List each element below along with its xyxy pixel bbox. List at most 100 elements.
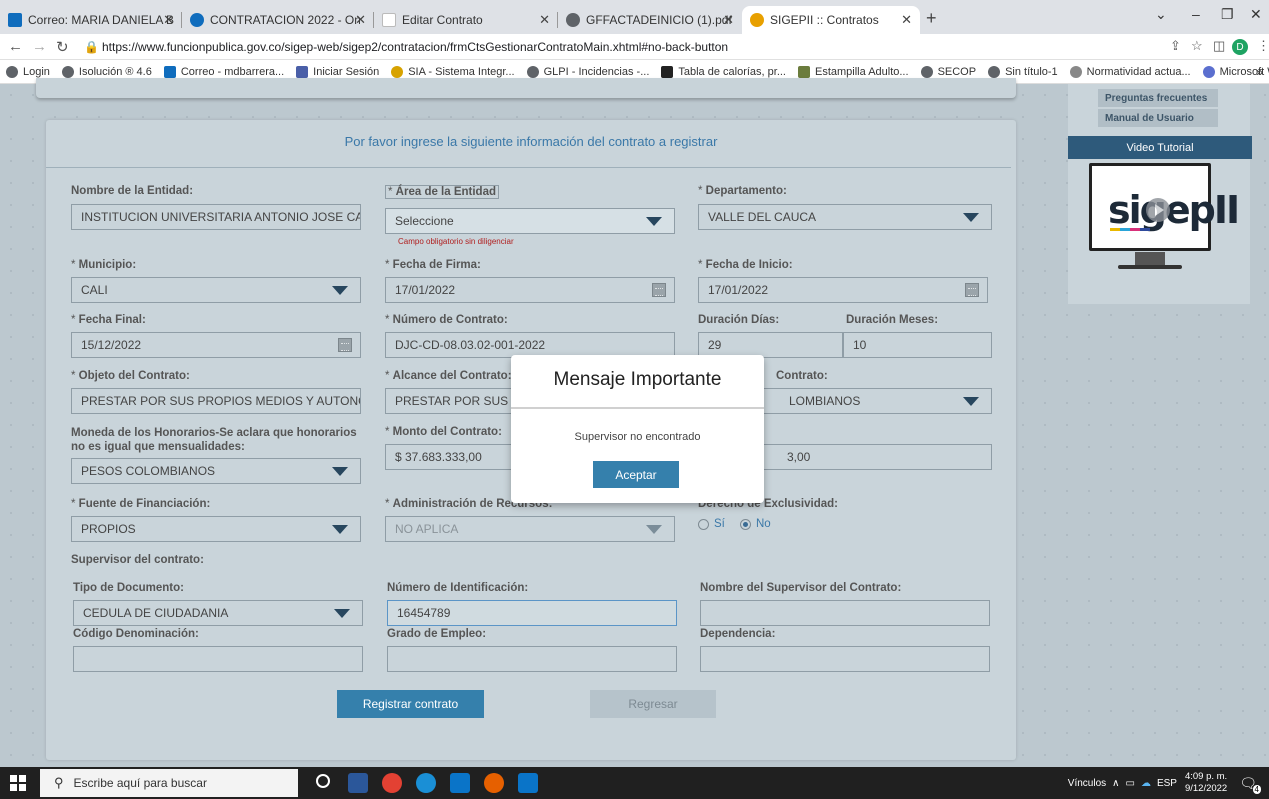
tab-search-chevron-icon[interactable]: ⌄ [1155, 6, 1167, 23]
window-close-icon[interactable]: ✕ [1250, 6, 1262, 23]
bookmark-item[interactable]: Tabla de calorías, pr... [661, 65, 786, 78]
back-arrow-icon[interactable]: ← [8, 38, 23, 55]
bookmarks-overflow-icon[interactable]: » [1256, 65, 1263, 79]
word-icon[interactable] [348, 773, 368, 793]
close-icon[interactable]: ✕ [355, 12, 366, 28]
regresar-button[interactable]: Regresar [590, 690, 716, 718]
duracion-meses-field[interactable]: 10 [843, 332, 992, 358]
nombre-supervisor-field[interactable] [700, 600, 990, 626]
calendar-icon[interactable] [965, 283, 979, 297]
bookmark-item[interactable]: Normatividad actua... [1069, 65, 1191, 78]
close-icon[interactable]: ✕ [723, 12, 734, 28]
monitor-base [1118, 265, 1182, 269]
notifications-icon[interactable]: 🗨 4 [1239, 775, 1261, 794]
bookmark-star-icon[interactable]: ☆ [1191, 38, 1203, 54]
side-panel-icon[interactable]: ◫ [1213, 38, 1225, 54]
radio-label: No [756, 518, 771, 530]
clock[interactable]: 4:09 p. m. 9/12/2022 [1185, 771, 1227, 795]
bookmark-item[interactable]: Login [6, 65, 50, 78]
faq-link[interactable]: Preguntas frecuentes [1098, 89, 1218, 107]
bookmark-item[interactable]: Correo - mdbarrera... [163, 65, 284, 78]
chevron-down-icon [951, 389, 991, 413]
restore-icon[interactable]: ❐ [1221, 6, 1234, 23]
new-tab-plus-icon[interactable]: + [926, 8, 937, 29]
close-icon[interactable]: ✕ [163, 12, 174, 28]
fecha-inicio-field[interactable]: 17/01/2022 [698, 277, 988, 303]
windows-start-icon[interactable] [10, 775, 26, 791]
profile-avatar[interactable]: D [1232, 39, 1248, 55]
reload-icon[interactable]: ↻ [56, 38, 69, 56]
exclusividad-si-radio[interactable]: Sí [698, 518, 725, 530]
globe-icon [988, 65, 1001, 78]
fecha-final-field[interactable]: 15/12/2022 [71, 332, 361, 358]
language-indicator[interactable]: ESP [1157, 778, 1177, 789]
system-tray: Vínculos ∧ ▭ ☁ ESP 4:09 p. m. 9/12/2022 … [1068, 767, 1261, 799]
cortana-circle-icon[interactable] [316, 774, 330, 788]
manual-link[interactable]: Manual de Usuario [1098, 109, 1218, 127]
aceptar-button[interactable]: Aceptar [593, 461, 679, 488]
tab-onedrive[interactable]: CONTRATACION 2022 - OneDrive ✕ [182, 6, 374, 34]
grado-empleo-field[interactable] [387, 646, 677, 672]
edge-icon[interactable] [416, 773, 436, 793]
play-icon[interactable] [1146, 198, 1170, 222]
tab-editar-contrato[interactable]: Editar Contrato ✕ [374, 6, 558, 34]
chevron-up-icon[interactable]: ∧ [1112, 778, 1119, 789]
bookmark-label: SIA - Sistema Integr... [408, 65, 515, 78]
taskbar-search-box[interactable]: ⚲ Escribe aquí para buscar [40, 769, 298, 797]
calendar-icon[interactable] [338, 338, 352, 352]
tab-sigepii-contratos[interactable]: SIGEPII :: Contratos ✕ [742, 6, 920, 34]
close-icon[interactable]: ✕ [901, 12, 912, 28]
bookmark-item[interactable]: Sin título-1 [988, 65, 1058, 78]
search-icon: ⚲ [54, 775, 64, 790]
close-icon[interactable]: ✕ [539, 12, 550, 28]
moneda-contrato-select-value: LOMBIANOS [789, 394, 861, 408]
menu-kebab-icon[interactable]: ⋮ [1257, 38, 1269, 54]
bookmark-item[interactable]: Estampilla Adulto... [798, 65, 909, 78]
registrar-contrato-button[interactable]: Registrar contrato [337, 690, 484, 718]
sigep-icon [750, 13, 764, 27]
bookmark-item[interactable]: SECOP [920, 65, 976, 78]
administracion-select[interactable]: NO APLICA [385, 516, 675, 542]
departamento-select[interactable]: VALLE DEL CAUCA [698, 204, 992, 230]
store-icon[interactable] [450, 773, 470, 793]
codigo-denominacion-field[interactable] [73, 646, 363, 672]
tab-outlook[interactable]: Correo: MARIA DANIELA BARRER ✕ [0, 6, 182, 34]
dependencia-label: Dependencia: [700, 628, 776, 640]
firefox-icon[interactable] [484, 773, 504, 793]
entidad-field[interactable]: INSTITUCION UNIVERSITARIA ANTONIO JOSE C… [71, 204, 361, 230]
bookmark-item[interactable]: Isolución ® 4.6 [61, 65, 152, 78]
r-logo-icon [661, 65, 674, 78]
dependencia-field[interactable] [700, 646, 990, 672]
forward-arrow-icon[interactable]: → [32, 38, 47, 55]
tab-pdf[interactable]: GFFACTADEINICIO (1).pdf ✕ [558, 6, 742, 34]
fecha-firma-field[interactable]: 17/01/2022 [385, 277, 675, 303]
globe-icon [61, 65, 74, 78]
bookmark-item[interactable]: SIA - Sistema Integr... [391, 65, 515, 78]
numero-identificacion-input[interactable]: 16454789 [387, 600, 677, 626]
objeto-field[interactable]: PRESTAR POR SUS PROPIOS MEDIOS Y AUTONOM… [71, 388, 361, 414]
chrome-icon[interactable] [382, 773, 402, 793]
exclusividad-no-radio[interactable]: No [740, 518, 771, 530]
video-tutorial-player[interactable]: sigepII [1089, 163, 1240, 251]
calendar-icon[interactable] [652, 283, 666, 297]
bookmark-item[interactable]: GLPI - Incidencias -... [526, 65, 649, 78]
share-icon[interactable]: ⇪ [1170, 38, 1181, 54]
onedrive-tray-icon[interactable]: ☁ [1141, 778, 1151, 789]
tipo-documento-select[interactable]: CEDULA DE CIUDADANIA [73, 600, 363, 626]
chevron-down-icon [320, 517, 360, 541]
area-select[interactable]: Seleccione [385, 208, 675, 234]
fecha-inicio-value: 17/01/2022 [708, 283, 769, 297]
minimize-icon[interactable]: – [1192, 6, 1200, 22]
municipio-select[interactable]: CALI [71, 277, 361, 303]
network-icon[interactable]: ▭ [1125, 778, 1134, 789]
tipo-documento-select-value: CEDULA DE CIUDADANIA [83, 606, 229, 620]
url-bar[interactable]: 🔒 https://www.funcionpublica.gov.co/sige… [84, 37, 1144, 57]
form-title: Por favor ingrese la siguiente informaci… [344, 134, 718, 149]
moneda-honorarios-select[interactable]: PESOS COLOMBIANOS [71, 458, 361, 484]
fecha-firma-value: 17/01/2022 [395, 283, 456, 297]
mail-icon[interactable] [518, 773, 538, 793]
moneda-contrato-label: Contrato: [776, 370, 828, 382]
tray-links-label[interactable]: Vínculos [1068, 778, 1106, 789]
fuente-select[interactable]: PROPIOS [71, 516, 361, 542]
bookmark-item[interactable]: Iniciar Sesión [296, 65, 379, 78]
